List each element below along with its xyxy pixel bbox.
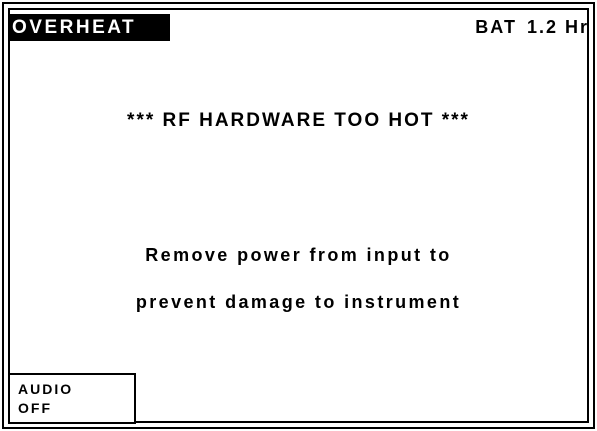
instruction-line-1: Remove power from input to: [145, 245, 452, 265]
battery-value: 1.2 Hr: [526, 17, 589, 37]
battery-label: BAT: [475, 17, 517, 37]
instruction-line-2: prevent damage to instrument: [135, 292, 462, 312]
overheat-warning: *** RF HARDWARE TOO HOT ***: [127, 110, 470, 131]
screen-title: OVERHEAT: [8, 14, 170, 41]
audio-off-softkey[interactable]: AUDIO OFF: [8, 373, 136, 424]
display-area: [8, 8, 589, 423]
instrument-screen: [2, 2, 595, 429]
battery-status: BAT 1.2 Hr: [475, 14, 589, 41]
softkey-label-line2: OFF: [18, 400, 52, 416]
softkey-label-line1: AUDIO: [18, 381, 74, 397]
